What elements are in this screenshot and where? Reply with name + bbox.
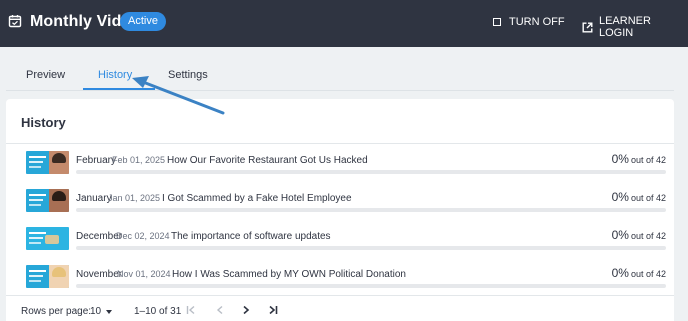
video-thumbnail — [26, 189, 69, 212]
chevron-right-icon[interactable] — [241, 305, 251, 315]
row-video-title: How I Was Scammed by MY OWN Political Do… — [172, 269, 406, 280]
history-title: History — [21, 115, 66, 130]
row-completion: 0% out of 42 — [612, 228, 666, 242]
completion-percent: 0% — [611, 228, 629, 242]
tab-bar: Preview History Settings — [6, 59, 674, 91]
progress-bar — [76, 208, 666, 212]
row-month: November — [76, 269, 123, 280]
rows-per-page-label: Rows per page: — [21, 306, 92, 317]
row-video-title: The importance of software updates — [171, 231, 331, 242]
checkbox-icon — [493, 18, 501, 26]
video-thumbnail — [26, 227, 69, 250]
rows-per-page-value: 10 — [90, 306, 102, 317]
turn-off-button[interactable]: TURN OFF — [493, 16, 565, 28]
history-row[interactable]: December Dec 02, 2024 The importance of … — [26, 227, 666, 265]
video-thumbnail — [26, 151, 69, 174]
progress-bar — [76, 246, 666, 250]
row-completion: 0% out of 42 — [612, 190, 666, 204]
row-month: February — [76, 155, 117, 166]
history-card: History February Feb 01, 2025 How Our Fa… — [6, 99, 674, 321]
learner-login-label: LEARNER LOGIN — [598, 15, 651, 39]
learner-login-button[interactable]: LEARNER LOGIN — [582, 15, 688, 39]
tab-preview[interactable]: Preview — [26, 69, 65, 81]
progress-bar — [76, 170, 666, 174]
completion-percent: 0% — [611, 190, 629, 204]
row-date: Feb 01, 2025 — [112, 155, 166, 165]
row-date: Nov 01, 2024 — [117, 269, 171, 279]
completion-total: out of 42 — [630, 193, 666, 203]
completion-total: out of 42 — [630, 231, 666, 241]
row-date: Dec 02, 2024 — [116, 231, 170, 241]
last-page-icon[interactable] — [268, 305, 278, 315]
pagination-bar: Rows per page: 10 1–10 of 31 — [6, 296, 674, 321]
active-tab-indicator — [83, 88, 155, 90]
row-completion: 0% out of 42 — [612, 152, 666, 166]
history-row[interactable]: February Feb 01, 2025 How Our Favorite R… — [26, 151, 666, 189]
completion-total: out of 42 — [630, 269, 666, 279]
row-date: Jan 01, 2025 — [108, 193, 161, 203]
video-thumbnail — [26, 265, 69, 288]
tab-settings[interactable]: Settings — [168, 69, 208, 81]
row-completion: 0% out of 42 — [612, 266, 666, 280]
row-video-title: How Our Favorite Restaurant Got Us Hacke… — [167, 155, 368, 166]
caret-down-icon — [106, 309, 113, 314]
row-month: January — [76, 193, 112, 204]
completion-percent: 0% — [611, 266, 629, 280]
completion-percent: 0% — [611, 152, 629, 166]
app-header: Monthly Video Active TURN OFF LEARNER LO… — [0, 0, 688, 47]
open-external-icon — [582, 22, 593, 32]
chevron-left-icon[interactable] — [215, 305, 225, 315]
progress-bar — [76, 284, 666, 288]
calendar-check-icon — [8, 15, 22, 28]
completion-total: out of 42 — [630, 155, 666, 165]
divider — [6, 143, 674, 144]
turn-off-label: TURN OFF — [509, 16, 565, 28]
row-video-title: I Got Scammed by a Fake Hotel Employee — [162, 193, 352, 204]
first-page-icon[interactable] — [186, 305, 196, 315]
rows-per-page-select[interactable]: 10 — [90, 306, 113, 317]
history-row[interactable]: January Jan 01, 2025 I Got Scammed by a … — [26, 189, 666, 227]
status-badge: Active — [120, 12, 166, 31]
tab-history[interactable]: History — [98, 69, 132, 81]
pagination-range: 1–10 of 31 — [134, 306, 182, 317]
